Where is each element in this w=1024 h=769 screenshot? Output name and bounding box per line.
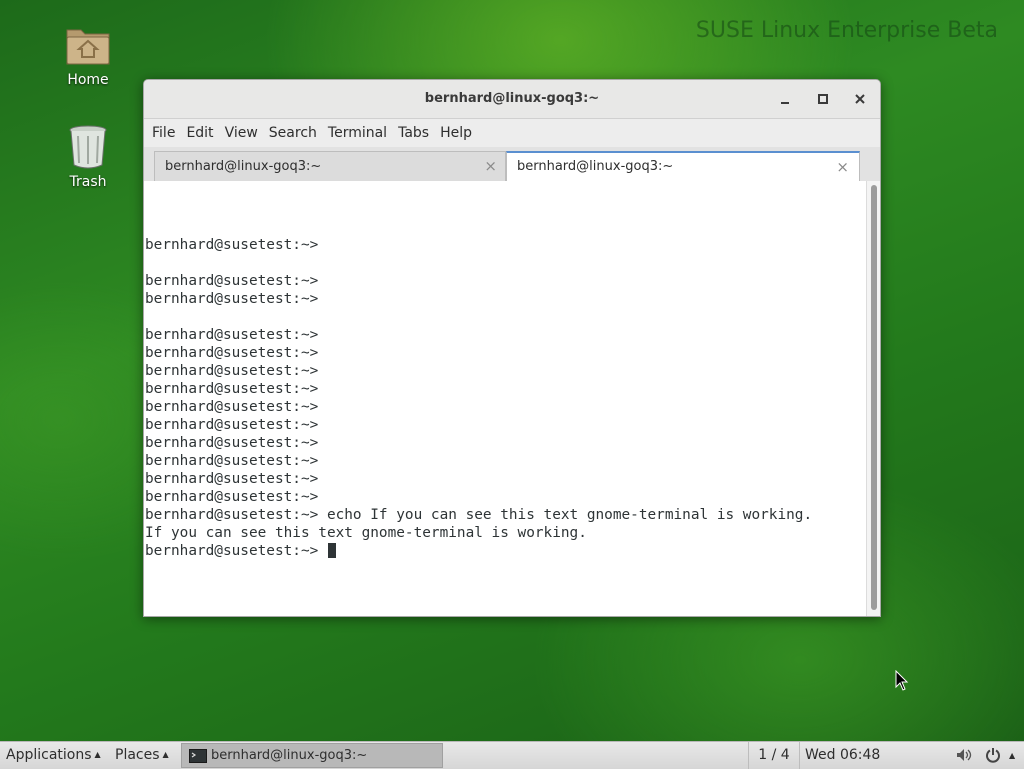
terminal-line: bernhard@susetest:~> — [145, 345, 319, 361]
desktop-icon-home[interactable]: Home — [48, 24, 128, 88]
terminal-line: bernhard@susetest:~> — [145, 327, 319, 343]
places-menu[interactable]: Places ▲ — [115, 747, 169, 763]
terminal-icon — [189, 749, 207, 763]
tab-label: bernhard@linux-goq3:~ — [165, 159, 322, 174]
applications-menu[interactable]: Applications ▲ — [6, 747, 101, 763]
desktop-icon-label: Trash — [69, 174, 107, 190]
tab-close-icon[interactable]: × — [484, 157, 497, 175]
terminal-line: bernhard@susetest:~> — [145, 453, 319, 469]
terminal-line: bernhard@susetest:~> echo If you can see… — [145, 507, 813, 523]
terminal-line: bernhard@susetest:~> — [145, 273, 319, 289]
trash-icon — [69, 125, 107, 169]
terminal-prompt: bernhard@susetest:~> — [145, 543, 327, 559]
places-label: Places — [115, 747, 160, 763]
menubar: File Edit View Search Terminal Tabs Help — [144, 119, 880, 147]
menu-arrow-icon: ▲ — [162, 750, 169, 759]
terminal-line: bernhard@susetest:~> — [145, 381, 319, 397]
power-icon[interactable] — [985, 747, 1001, 767]
terminal-output[interactable]: bernhard@susetest:~> bernhard@susetest:~>… — [144, 181, 866, 616]
clock[interactable]: Wed 06:48 — [805, 747, 880, 763]
system-menu-arrow-icon[interactable]: ▲ — [1009, 751, 1015, 760]
applications-label: Applications — [6, 747, 92, 763]
desktop-icon-label: Home — [67, 72, 109, 88]
home-folder-icon — [66, 29, 110, 65]
window-title: bernhard@linux-goq3:~ — [424, 91, 600, 106]
terminal-window[interactable]: bernhard@linux-goq3:~ File Edit View Sea… — [143, 79, 881, 617]
menu-view[interactable]: View — [225, 125, 267, 141]
terminal-line: bernhard@susetest:~> — [145, 399, 319, 415]
tab-close-icon[interactable]: × — [836, 158, 849, 176]
scrollbar-thumb[interactable] — [871, 185, 877, 610]
menu-file[interactable]: File — [152, 125, 184, 141]
terminal-scrollbar[interactable] — [866, 181, 880, 616]
tab-label: bernhard@linux-goq3:~ — [517, 159, 674, 174]
terminal-prompt-line: bernhard@susetest:~> — [145, 542, 812, 560]
taskbar: Applications ▲ Places ▲ bernhard@linux-goq… — [0, 741, 1024, 769]
terminal-lines: bernhard@susetest:~> bernhard@susetest:~>… — [145, 236, 812, 560]
maximize-icon[interactable] — [814, 90, 832, 108]
terminal-line: bernhard@susetest:~> — [145, 417, 319, 433]
taskbar-window-button[interactable]: bernhard@linux-goq3:~ — [181, 743, 443, 768]
menu-tabs[interactable]: Tabs — [398, 125, 438, 141]
desktop-icon-trash[interactable]: Trash — [48, 124, 128, 190]
text-cursor — [327, 543, 336, 558]
volume-icon[interactable] — [956, 748, 972, 766]
terminal-line: bernhard@susetest:~> — [145, 471, 319, 487]
menu-terminal[interactable]: Terminal — [328, 125, 396, 141]
workspace-switcher[interactable]: 1 / 4 — [748, 742, 800, 769]
desktop-watermark: SUSE Linux Enterprise Beta — [695, 18, 998, 43]
tab-terminal-2-active[interactable]: bernhard@linux-goq3:~ × — [506, 151, 860, 181]
menu-arrow-icon: ▲ — [94, 750, 101, 759]
menu-help[interactable]: Help — [440, 125, 481, 141]
terminal-line: bernhard@susetest:~> — [145, 435, 319, 451]
terminal-line: bernhard@susetest:~> — [145, 489, 319, 505]
mouse-pointer-icon — [895, 670, 909, 691]
menu-search[interactable]: Search — [269, 125, 326, 141]
taskbar-window-label: bernhard@linux-goq3:~ — [211, 748, 368, 763]
terminal-line: bernhard@susetest:~> — [145, 291, 319, 307]
tab-bar: bernhard@linux-goq3:~ × bernhard@linux-g… — [144, 147, 880, 182]
terminal-line: bernhard@susetest:~> — [145, 237, 319, 253]
close-icon[interactable] — [851, 90, 869, 108]
window-titlebar[interactable]: bernhard@linux-goq3:~ — [144, 80, 880, 119]
minimize-icon[interactable] — [776, 90, 794, 108]
menu-edit[interactable]: Edit — [186, 125, 222, 141]
terminal-line: bernhard@susetest:~> — [145, 363, 319, 379]
terminal-line: If you can see this text gnome-terminal … — [145, 525, 587, 541]
tab-terminal-1[interactable]: bernhard@linux-goq3:~ × — [154, 151, 506, 181]
